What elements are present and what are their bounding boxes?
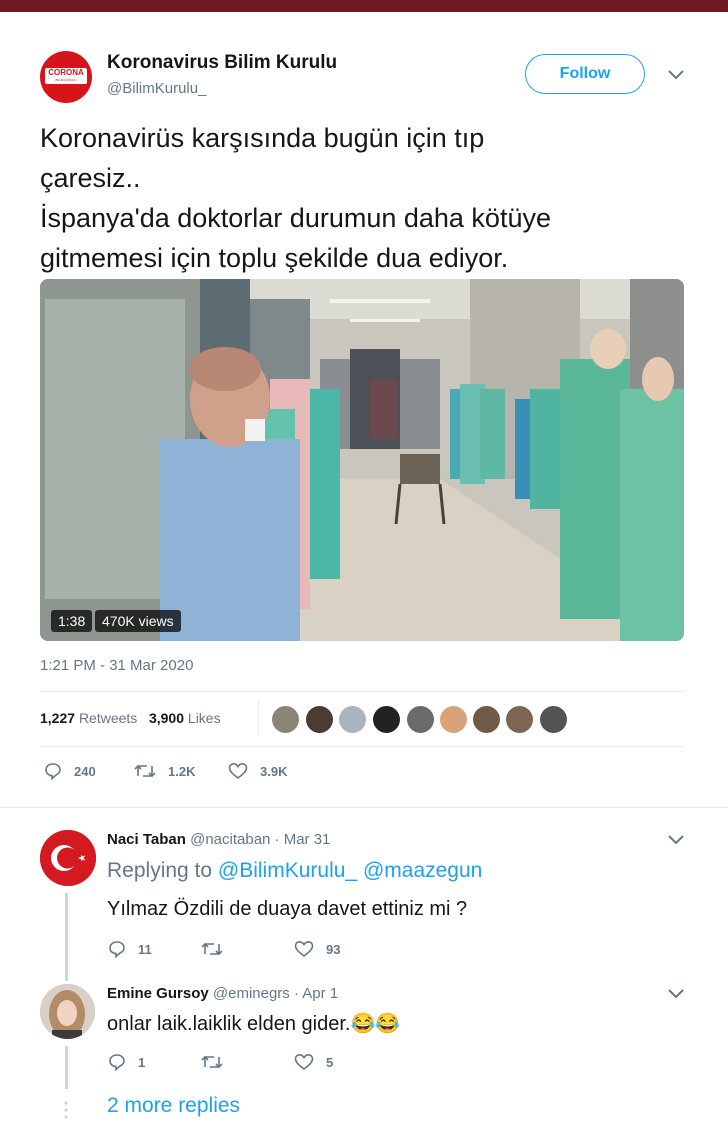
liker-avatar[interactable] (339, 706, 366, 733)
turkish-flag-icon (40, 830, 96, 886)
retweet-icon (134, 764, 156, 778)
liker-avatar[interactable] (506, 706, 533, 733)
reply-author-handle[interactable]: @nacitaban (190, 831, 270, 848)
reply-count: 1 (138, 1054, 146, 1070)
video-frame (40, 279, 684, 641)
reply-text: onlar laik.laiklik elden gider.😂😂 (107, 1013, 401, 1035)
liker-avatar[interactable] (473, 706, 500, 733)
author-handle[interactable]: @BilimKurulu_ (107, 80, 206, 97)
chevron-down-icon[interactable] (667, 988, 685, 1000)
like-action[interactable]: 93 (294, 940, 340, 958)
like-action[interactable]: 5 (294, 1053, 333, 1071)
like-count: 93 (326, 941, 341, 957)
reply-date[interactable]: · Apr 1 (294, 985, 338, 1002)
tweet-text: Koronavirüs karşısında bugün için tıp ça… (40, 118, 690, 278)
retweets-stat[interactable]: 1,227 Retweets (40, 710, 137, 726)
chevron-down-icon[interactable] (667, 834, 685, 846)
replying-prefix: Replying to (107, 859, 213, 882)
heart-icon (228, 762, 248, 780)
like-count: 3.9K (260, 763, 288, 779)
avatar-logo-text: CORONA (48, 68, 84, 77)
profile-photo (40, 984, 95, 1039)
like-count: 5 (326, 1054, 334, 1070)
retweets-count: 1,227 (40, 710, 76, 726)
retweet-action[interactable] (201, 940, 235, 958)
thread-dots-icon (64, 1101, 68, 1119)
top-bar (0, 0, 728, 12)
thread-line (65, 893, 68, 981)
liker-avatar[interactable] (272, 706, 299, 733)
divider (40, 746, 684, 747)
retweet-icon (201, 942, 223, 956)
tweet-text-line: çaresiz.. (40, 163, 141, 193)
section-divider (0, 807, 728, 808)
reply-icon (109, 1054, 125, 1071)
retweet-count: 1.2K (168, 763, 196, 779)
reply-header: Emine Gursoy @eminegrs · Apr 1 (107, 985, 338, 1002)
liker-avatar[interactable] (440, 706, 467, 733)
likes-stat[interactable]: 3,900 Likes (149, 710, 221, 726)
tweet-timestamp[interactable]: 1:21 PM - 31 Mar 2020 (40, 657, 193, 674)
follow-button[interactable]: Follow (525, 54, 645, 94)
retweet-action[interactable]: 1.2K (134, 762, 195, 780)
reply-action[interactable]: 11 (108, 940, 152, 958)
video-duration: 1:38 (51, 610, 93, 632)
video-player[interactable] (40, 279, 684, 641)
reply-header: Naci Taban @nacitaban · Mar 31 (107, 831, 330, 848)
likes-label: Likes (187, 710, 221, 726)
engagement-stats: 1,227 Retweets 3,900 Likes (40, 710, 221, 726)
thread-line (65, 1046, 68, 1089)
divider (40, 691, 684, 692)
reply-action[interactable]: 240 (44, 762, 96, 780)
more-replies-link[interactable]: 2 more replies (107, 1094, 240, 1118)
retweets-label: Retweets (78, 710, 138, 726)
reply-avatar[interactable] (40, 830, 96, 886)
tweet-text-line: İspanya'da doktorlar durumun daha kötüye (40, 203, 551, 233)
tweet-text-line: gitmemesi için toplu şekilde dua ediyor. (40, 243, 509, 273)
reply-author-handle[interactable]: @eminegrs (213, 985, 290, 1002)
retweet-action[interactable] (201, 1053, 235, 1071)
reply-icon (109, 941, 125, 958)
reply-avatar[interactable] (40, 984, 95, 1039)
liker-avatar[interactable] (407, 706, 434, 733)
reply-action[interactable]: 1 (108, 1053, 145, 1071)
video-views: 470K views (95, 610, 181, 632)
reply-author-name[interactable]: Naci Taban (107, 831, 186, 848)
heart-icon (294, 1053, 314, 1071)
reply-count: 11 (138, 941, 152, 957)
reply-date[interactable]: · Mar 31 (275, 831, 331, 848)
like-action[interactable]: 3.9K (228, 762, 287, 780)
stats-separator (258, 700, 259, 736)
author-name[interactable]: Koronavirus Bilim Kurulu (107, 52, 337, 74)
liker-avatar[interactable] (306, 706, 333, 733)
likes-count: 3,900 (148, 710, 185, 726)
liker-avatar[interactable] (373, 706, 400, 733)
liker-avatar[interactable] (540, 706, 567, 733)
mention-link[interactable]: @BilimKurulu_ (218, 859, 357, 882)
replying-to: Replying to @BilimKurulu_ @maazegun (107, 859, 482, 883)
tweet-text-line: Koronavirüs karşısında bugün için tıp (40, 123, 485, 153)
avatar-logo-subtext: BİLİM KURULU (55, 78, 77, 82)
reply-count: 240 (74, 763, 96, 779)
reply-icon (45, 763, 61, 780)
heart-icon (294, 940, 314, 958)
mention-link[interactable]: @maazegun (363, 859, 482, 882)
retweet-icon (201, 1055, 223, 1069)
chevron-down-icon[interactable] (667, 69, 685, 81)
reply-text: Yılmaz Özdili de duaya davet ettiniz mi … (107, 898, 468, 920)
reply-author-name[interactable]: Emine Gursoy (107, 985, 209, 1002)
author-avatar[interactable]: CORONA BİLİM KURULU (40, 51, 92, 103)
